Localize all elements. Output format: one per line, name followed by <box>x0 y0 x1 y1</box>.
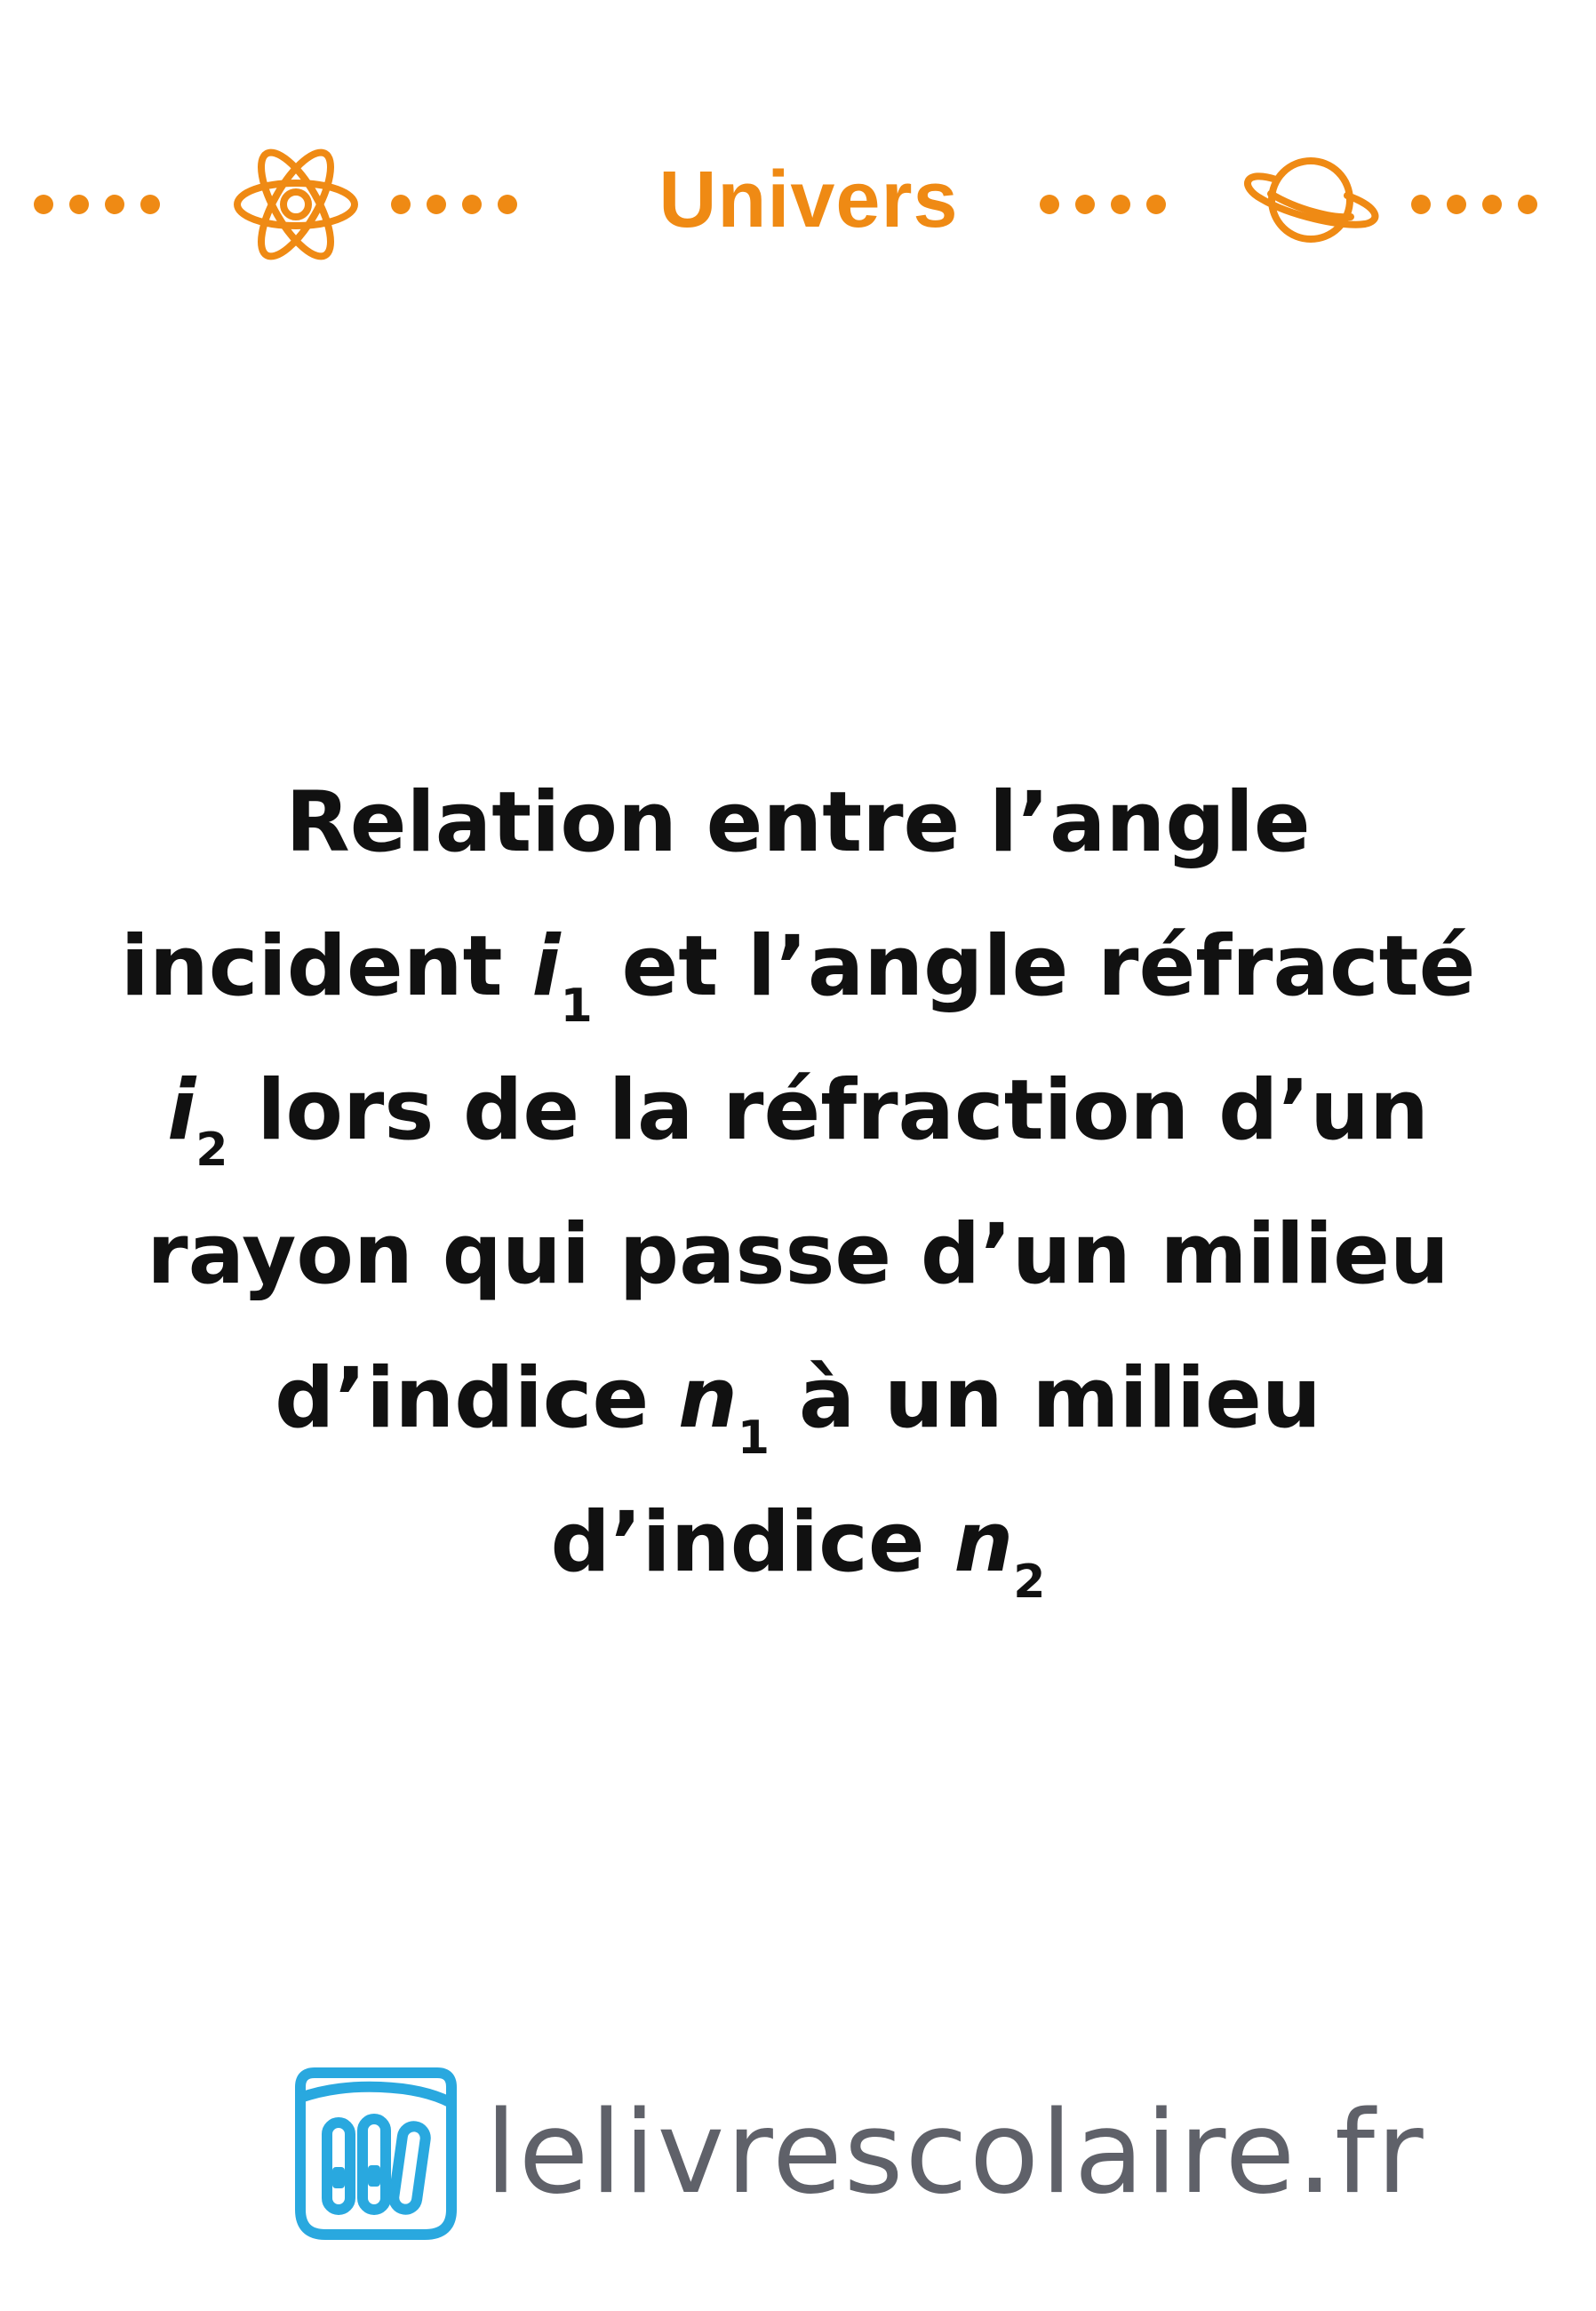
category-title: Univers <box>658 156 959 244</box>
subscript: 1 <box>560 980 593 1033</box>
decorative-dot <box>1411 195 1431 214</box>
variable-n: n <box>678 1350 738 1447</box>
books-logo-icon <box>295 2067 457 2240</box>
decorative-dot <box>105 195 124 214</box>
variable-n: n <box>954 1494 1014 1591</box>
decorative-dot <box>1111 195 1130 214</box>
brand-name: lelivrescolaire.fr <box>485 2087 1425 2219</box>
variable-i: i <box>167 1062 196 1159</box>
decorative-dot <box>140 195 160 214</box>
decorative-dot <box>1482 195 1502 214</box>
decorative-dot <box>1146 195 1166 214</box>
atom-icon <box>234 148 358 260</box>
decorative-dot <box>34 195 53 214</box>
card-question: Relation entre l’angle incident i1 et l’… <box>89 751 1507 1615</box>
decorative-dot <box>69 195 89 214</box>
decorative-dot <box>391 195 411 214</box>
subscript: 2 <box>1013 1555 1046 1609</box>
decorative-dot <box>1447 195 1466 214</box>
subscript: 2 <box>196 1124 228 1177</box>
decorative-dot <box>498 195 517 214</box>
variable-i: i <box>531 918 561 1015</box>
decorative-dot <box>462 195 482 214</box>
decorative-dot <box>427 195 446 214</box>
question-text: et l’angle réfracté <box>592 918 1476 1015</box>
decorative-dot <box>1518 195 1537 214</box>
planet-icon <box>1244 157 1379 243</box>
decorative-dot <box>1075 195 1095 214</box>
footer-logo: lelivrescolaire.fr <box>283 2060 1424 2256</box>
card-header: Univers <box>0 107 1596 284</box>
subscript: 1 <box>737 1411 770 1465</box>
decorative-dot <box>1040 195 1059 214</box>
